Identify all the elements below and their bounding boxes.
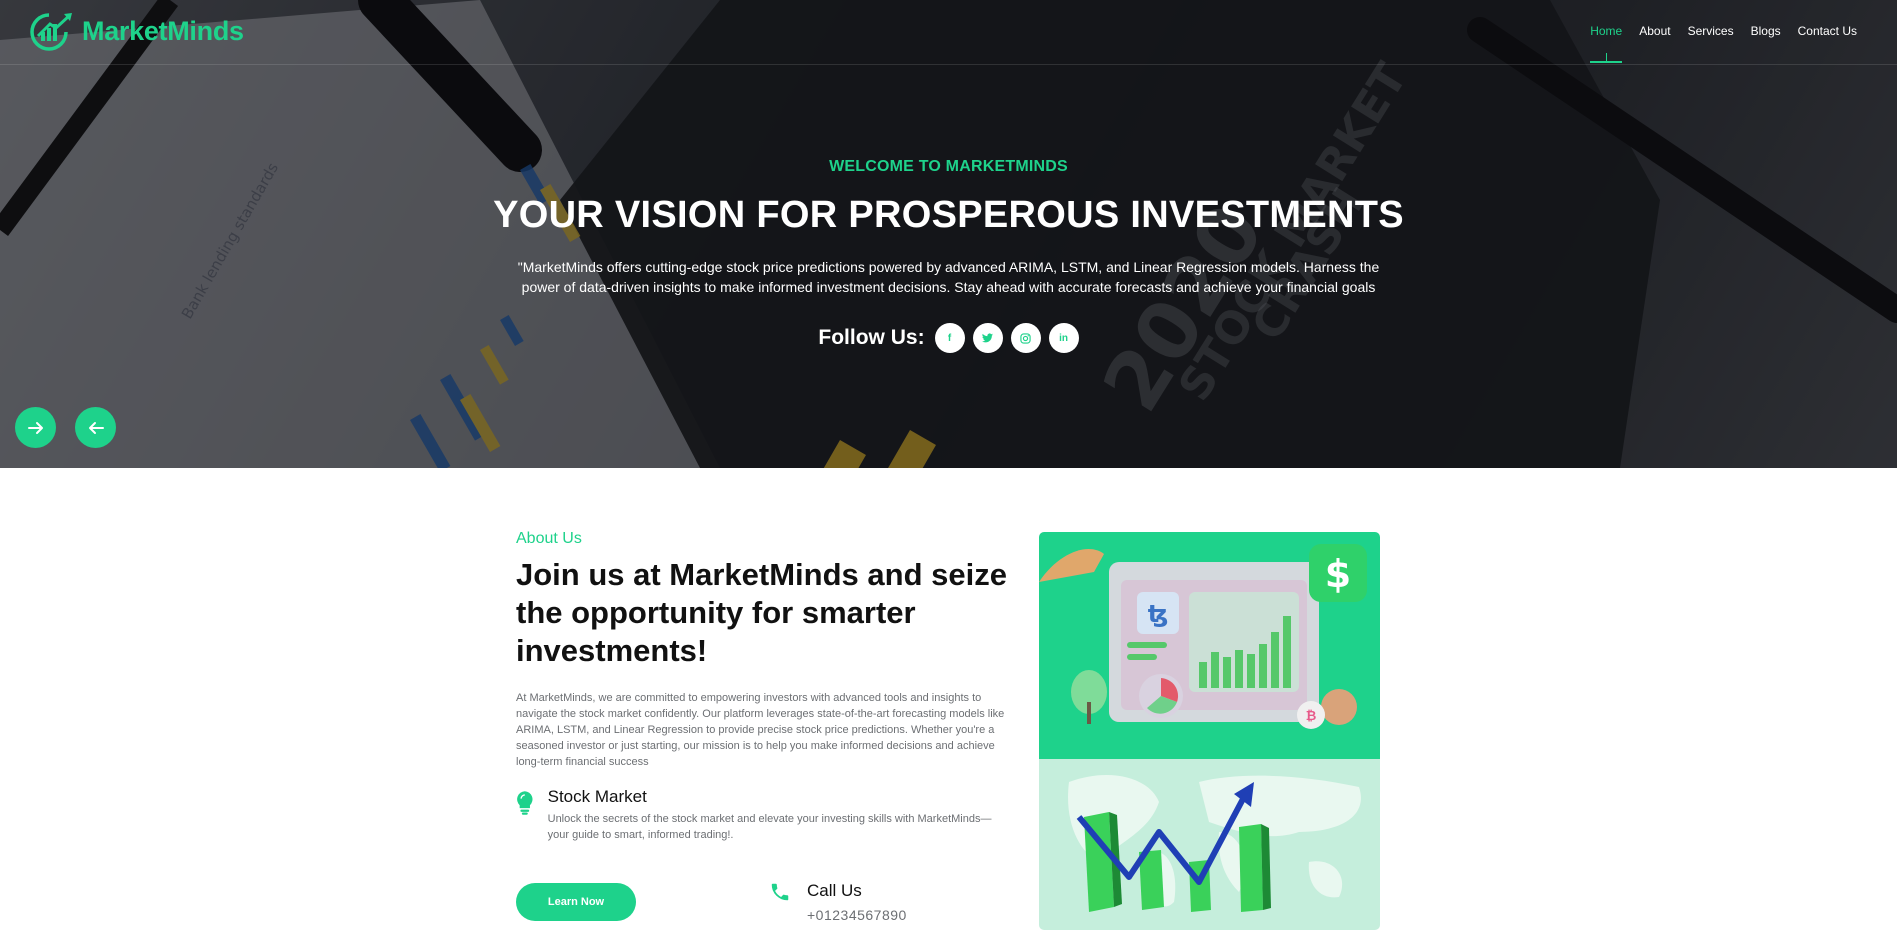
svg-text:ꜩ: ꜩ (1148, 600, 1169, 628)
hero-eyebrow: WELCOME TO MARKETMINDS (829, 158, 1068, 175)
feature-text: Unlock the secrets of the stock market a… (547, 813, 992, 841)
nav-item-contact-us[interactable]: Contact Us (1798, 24, 1857, 38)
about-text: At MarketMinds, we are committed to empo… (516, 692, 1005, 768)
nav-item-blogs[interactable]: Blogs (1751, 24, 1781, 38)
about-illustration: ꜩ $ ₿ (1039, 532, 1380, 930)
facebook-icon[interactable]: f (934, 323, 965, 353)
nav-item-home[interactable]: Home (1590, 24, 1623, 63)
hero-description: "MarketMinds offers cutting-edge stock p… (517, 259, 1380, 295)
follow-label: Follow Us: (818, 326, 925, 349)
carousel-next-button[interactable] (15, 407, 56, 448)
call-title: Call Us (807, 881, 862, 900)
navbar: MarketMinds Home About Services Blogs Co… (0, 0, 1897, 65)
learn-now-button[interactable]: Learn Now (516, 883, 636, 921)
instagram-icon[interactable] (1010, 323, 1041, 353)
hero-section: 2020 STOCK MARKET CRASH Bank lending sta… (0, 0, 1897, 468)
feature-stock-market: Stock Market Unlock the secrets of the s… (516, 786, 1010, 843)
svg-text:₿: ₿ (1306, 709, 1317, 724)
about-label: About Us (516, 530, 582, 547)
linkedin-icon[interactable]: in (1048, 323, 1079, 353)
call-us: Call Us +01234567890 (769, 881, 907, 923)
arrow-left-icon (88, 421, 104, 434)
about-section: About Us Join us at MarketMinds and seiz… (516, 530, 1010, 923)
twitter-icon[interactable] (972, 323, 1003, 353)
carousel-prev-button[interactable] (75, 407, 116, 448)
hero-content: WELCOME TO MARKETMINDS YOUR VISION FOR P… (0, 158, 1897, 353)
nav-item-services[interactable]: Services (1688, 24, 1734, 38)
lightbulb-icon (517, 791, 533, 815)
feature-title: Stock Market (547, 787, 647, 806)
main-nav: Home About Services Blogs Contact Us (1590, 24, 1857, 63)
about-title: Join us at MarketMinds and seize the opp… (516, 557, 1007, 668)
call-number[interactable]: +01234567890 (807, 907, 907, 923)
follow-us: Follow Us: f in (0, 323, 1897, 353)
arrow-right-icon (27, 421, 43, 434)
brand-logo[interactable]: MarketMinds (30, 10, 244, 52)
nav-item-about[interactable]: About (1639, 24, 1670, 38)
hero-title: YOUR VISION FOR PROSPEROUS INVESTMENTS (493, 194, 1404, 236)
brand-name: MarketMinds (82, 15, 244, 46)
svg-text:$: $ (1325, 552, 1351, 596)
bar-chart-arrow-icon (30, 13, 72, 51)
phone-icon (771, 883, 789, 901)
